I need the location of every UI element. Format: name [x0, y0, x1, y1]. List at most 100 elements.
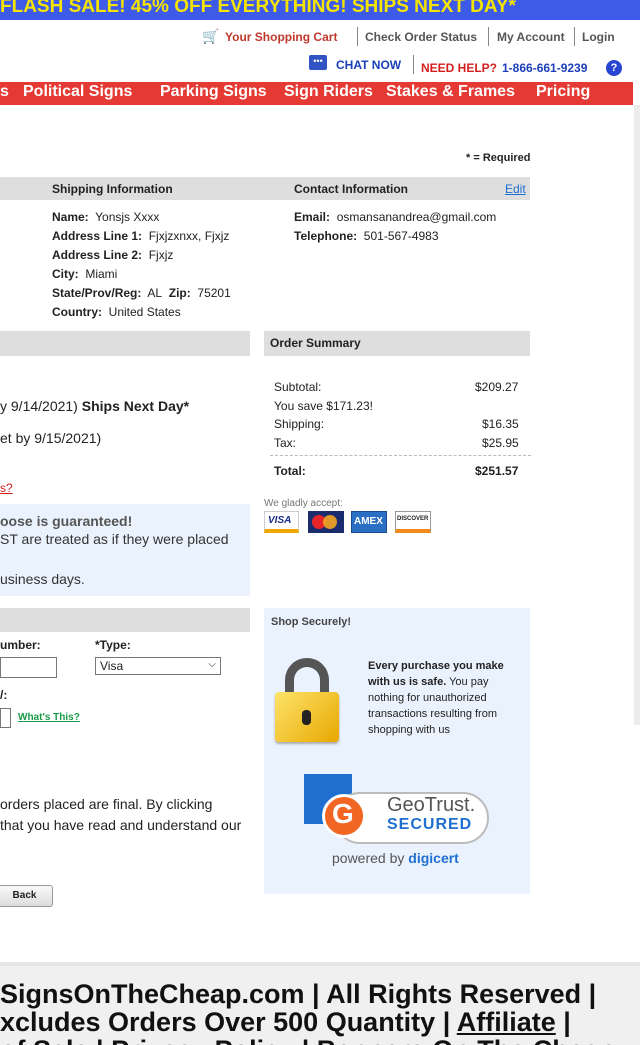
terms-text-line1: orders placed are final. By clicking: [0, 796, 213, 812]
subtotal-label: Subtotal:: [274, 380, 322, 394]
order-summary-header: Order Summary: [264, 331, 530, 356]
state-value: AL: [147, 286, 163, 300]
affiliate-link[interactable]: Affiliate: [457, 1007, 556, 1037]
contact-info-heading: Contact Information: [294, 182, 408, 196]
chat-row: ••• CHAT NOW NEED HELP? 1-866-661-9239 ?: [305, 55, 635, 79]
tax-label: Tax:: [274, 436, 297, 450]
info-header-bar: Shipping Information Contact Information…: [0, 177, 530, 200]
telephone-label: Telephone:: [294, 229, 358, 243]
shop-securely-panel: Shop Securely! Every purchase you make w…: [264, 608, 530, 894]
cart-icon[interactable]: 🛒: [202, 28, 219, 45]
guarantee-title: oose is guaranteed!: [0, 513, 133, 529]
footer-line1: SignsOnTheCheap.com | All Rights Reserve…: [0, 979, 597, 1009]
footer-line2-text: xcludes Orders Over 500 Quantity |: [0, 1007, 457, 1037]
visa-icon: VISA: [264, 511, 299, 533]
cvv-input[interactable]: [0, 708, 11, 728]
total-label: Total:: [274, 464, 306, 478]
geotrust-logo-icon: G: [322, 794, 366, 838]
promo-banner-text: FLASH SALE! 45% OFF EVERYTHING! SHIPS NE…: [0, 0, 516, 17]
discover-text: DISCOVER: [397, 516, 429, 522]
padlock-body: [275, 692, 339, 742]
subtotal-value: $209.27: [475, 380, 519, 394]
geotrust-logo-glyph: G: [332, 798, 354, 829]
footer-line3: of Sale | Privacy Policy | Banners On Th…: [0, 1036, 615, 1045]
city-label: City:: [52, 267, 79, 281]
total-value: $251.57: [475, 464, 519, 478]
chat-now-link[interactable]: CHAT NOW: [336, 58, 401, 72]
ship-date-line: y 9/14/2021) Ships Next Day*: [0, 398, 189, 414]
divider: [574, 27, 575, 46]
tax-value: $25.95: [482, 436, 519, 450]
card-number-label: umber:: [0, 638, 41, 652]
promo-banner: FLASH SALE! 45% OFF EVERYTHING! SHIPS NE…: [0, 0, 640, 20]
nav-item-political-signs[interactable]: Political Signs: [23, 83, 132, 101]
guarantee-box: oose is guaranteed! ST are treated as if…: [0, 504, 250, 596]
card-number-input[interactable]: [0, 657, 57, 678]
delivery-date-line: et by 9/15/2021): [0, 430, 102, 446]
edit-link[interactable]: Edit: [505, 182, 526, 196]
shopping-cart-link[interactable]: Your Shopping Cart: [225, 30, 337, 44]
help-icon[interactable]: ?: [606, 60, 622, 76]
divider: [413, 55, 414, 74]
chat-icon[interactable]: •••: [309, 55, 327, 70]
address1-value: Fjxjzxnxx, Fjxjz: [148, 229, 230, 243]
digicert-label: digicert: [408, 850, 459, 866]
address2-value: Fjxjz: [148, 248, 174, 262]
address1-label: Address Line 1:: [52, 229, 143, 243]
mastercard-circle-orange: [323, 515, 337, 529]
nav-item-stakes-frames[interactable]: Stakes & Frames: [386, 83, 515, 101]
chevron-down-icon: ⌵: [208, 659, 216, 670]
shop-securely-heading: Shop Securely!: [271, 616, 352, 628]
footer-line2-sep: |: [555, 1007, 571, 1037]
mastercard-icon: [308, 511, 344, 533]
nav-item-pricing[interactable]: Pricing: [536, 83, 590, 101]
visa-text: VISA: [268, 515, 292, 526]
discover-icon: DISCOVER: [395, 511, 431, 533]
shipping-value: $16.35: [482, 417, 519, 431]
main-nav: s Political Signs Parking Signs Sign Rid…: [0, 82, 633, 105]
zip-label: Zip:: [168, 286, 191, 300]
geotrust-secured: SECURED: [387, 816, 473, 833]
need-help-label: NEED HELP?: [421, 61, 498, 75]
nav-item-parking-signs[interactable]: Parking Signs: [160, 83, 267, 101]
savings-text: You save $171.23!: [274, 399, 373, 413]
delivery-info-link[interactable]: s?: [0, 481, 13, 495]
whats-this-link[interactable]: What's This?: [18, 712, 80, 723]
summary-divider: [270, 455, 531, 456]
check-order-status-link[interactable]: Check Order Status: [365, 30, 477, 44]
powered-by-text: powered by digicert: [332, 850, 459, 866]
payment-header-bar: [0, 608, 250, 632]
ships-next-day-text: Ships Next Day*: [81, 398, 190, 414]
guarantee-text-2: usiness days.: [0, 571, 85, 587]
amex-icon: AMEX: [351, 511, 387, 533]
card-type-value: Visa: [100, 659, 124, 673]
email-label: Email:: [294, 210, 331, 224]
nav-item-signs[interactable]: s: [0, 83, 9, 101]
geotrust-badge[interactable]: G GeoTrust. SECURED powered by digicert: [304, 774, 492, 866]
terms-text-line2: that you have read and understand our: [0, 817, 242, 833]
city-value: Miami: [85, 267, 118, 281]
cvv-label: /:: [0, 688, 8, 702]
country-label: Country:: [52, 305, 102, 319]
divider: [488, 27, 489, 46]
scrollbar-track[interactable]: [634, 105, 640, 725]
name-value: Yonsjs Xxxx: [95, 210, 160, 224]
footer: SignsOnTheCheap.com | All Rights Reserve…: [0, 962, 640, 1045]
phone-number[interactable]: 1-866-661-9239: [502, 61, 587, 75]
nav-item-sign-riders[interactable]: Sign Riders: [284, 83, 373, 101]
amex-text: AMEX: [354, 516, 383, 527]
email-value: osmansanandrea@gmail.com: [336, 210, 497, 224]
guarantee-text: ST are treated as if they were placed: [0, 531, 229, 547]
contact-details: Email: osmansanandrea@gmail.com Telephon…: [294, 208, 496, 246]
card-type-select[interactable]: Visa ⌵: [95, 657, 221, 675]
ship-date-text: y 9/14/2021): [0, 398, 82, 414]
card-type-label: *Type:: [95, 638, 131, 652]
secure-text: Every purchase you make with us is safe.…: [368, 658, 518, 738]
back-button[interactable]: Back: [0, 885, 53, 907]
divider: [357, 27, 358, 46]
login-link[interactable]: Login: [582, 30, 615, 44]
top-links: 🛒 Your Shopping Cart Check Order Status …: [200, 27, 636, 49]
my-account-link[interactable]: My Account: [497, 30, 565, 44]
name-label: Name:: [52, 210, 89, 224]
shipping-label: Shipping:: [274, 417, 325, 431]
